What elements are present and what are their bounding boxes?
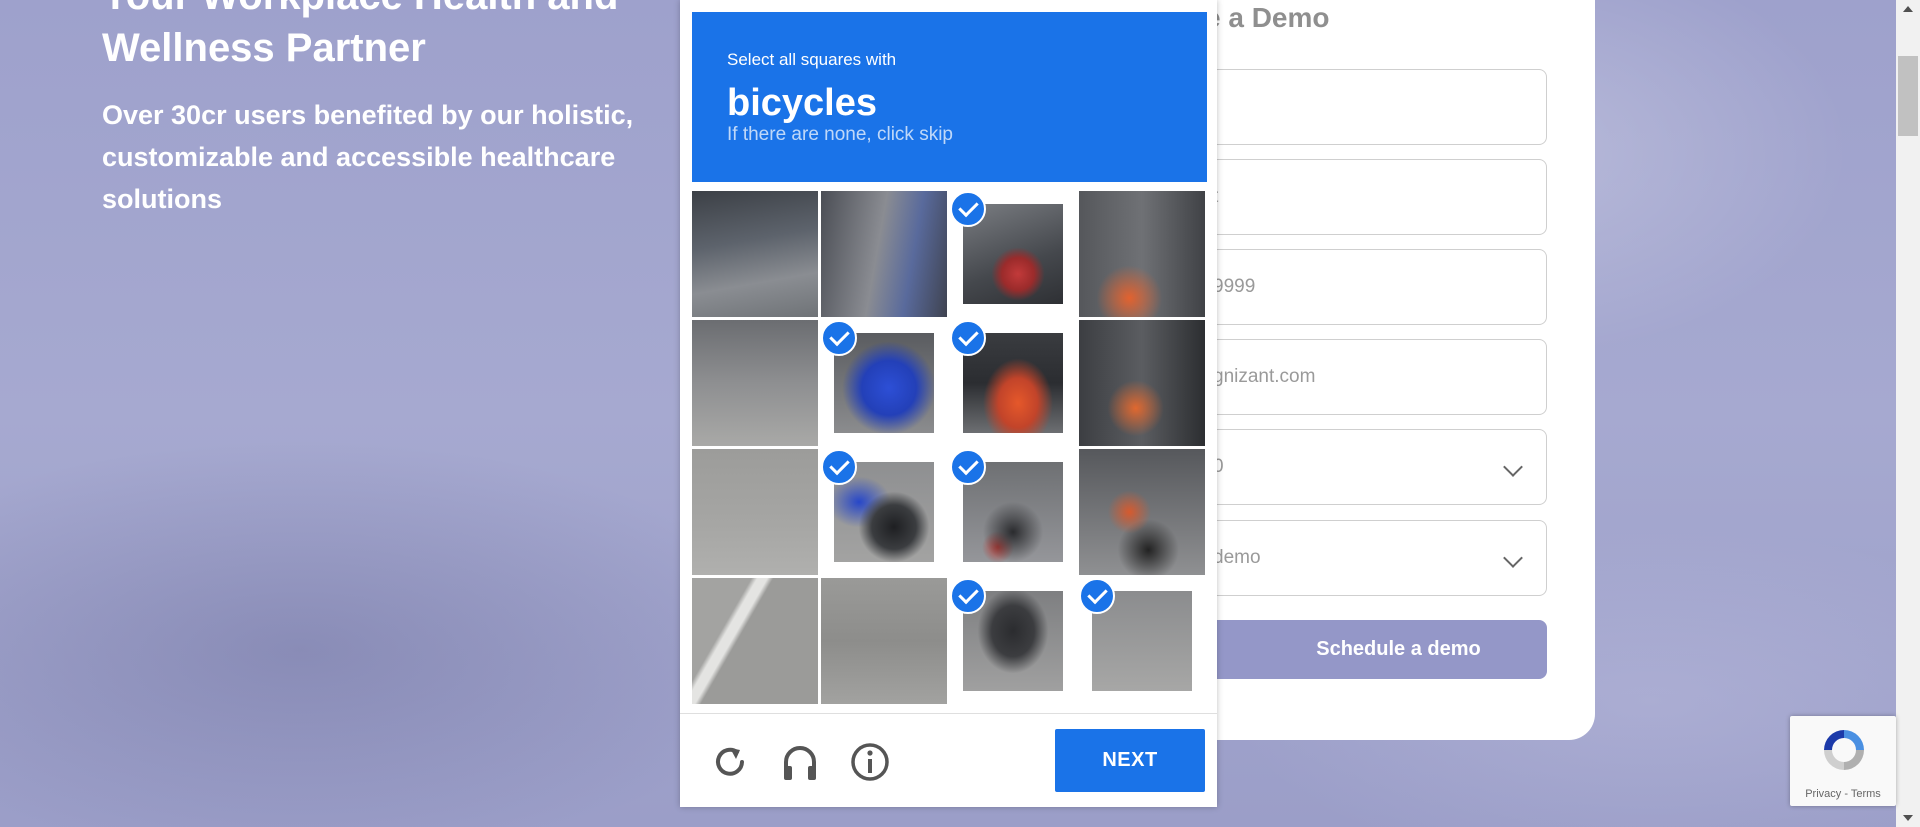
captcha-tile[interactable] bbox=[692, 578, 818, 704]
scroll-up-icon[interactable] bbox=[1903, 6, 1913, 12]
captcha-target: bicycles bbox=[727, 82, 877, 124]
captcha-grid bbox=[692, 191, 1207, 706]
recaptcha-logo-icon bbox=[1824, 730, 1864, 770]
hero-subtitle: Over 30cr users benefited by our holisti… bbox=[102, 100, 634, 214]
captcha-instruction: Select all squares with bbox=[727, 50, 897, 69]
check-icon bbox=[821, 449, 857, 485]
captcha-tile[interactable] bbox=[1079, 578, 1205, 704]
recaptcha-badge[interactable]: Privacy - Terms bbox=[1790, 716, 1896, 806]
scroll-thumb[interactable] bbox=[1898, 56, 1918, 136]
hero-title: Your Workplace Health and Wellness Partn… bbox=[102, 0, 618, 70]
next-button[interactable]: NEXT bbox=[1055, 729, 1205, 792]
captcha-tile[interactable] bbox=[1079, 191, 1205, 317]
demo-type-value: demo bbox=[1213, 547, 1261, 568]
captcha-tile[interactable] bbox=[692, 191, 818, 317]
captcha-tile[interactable] bbox=[692, 320, 818, 446]
reload-icon[interactable] bbox=[708, 740, 752, 784]
info-icon[interactable] bbox=[848, 740, 892, 784]
captcha-tile[interactable] bbox=[1079, 449, 1205, 575]
check-icon bbox=[950, 578, 986, 614]
email-field-value: gnizant.com bbox=[1213, 366, 1316, 387]
captcha-tile[interactable] bbox=[950, 578, 1076, 704]
captcha-tile[interactable] bbox=[950, 191, 1076, 317]
captcha-header: Select all squares with bicycles If ther… bbox=[692, 12, 1207, 182]
captcha-tile[interactable] bbox=[692, 449, 818, 575]
captcha-tile[interactable] bbox=[821, 578, 947, 704]
captcha-tile[interactable] bbox=[821, 320, 947, 446]
check-icon bbox=[950, 320, 986, 356]
captcha-challenge: Select all squares with bicycles If ther… bbox=[680, 0, 1217, 807]
check-icon bbox=[1079, 578, 1115, 614]
chevron-down-icon bbox=[1503, 548, 1523, 568]
form-heading: e a Demo bbox=[1205, 2, 1330, 33]
captcha-hint: If there are none, click skip bbox=[727, 124, 953, 145]
captcha-tile[interactable] bbox=[821, 449, 947, 575]
headphones-icon[interactable] bbox=[778, 740, 822, 784]
captcha-tile[interactable] bbox=[950, 320, 1076, 446]
page-scrollbar[interactable] bbox=[1896, 0, 1920, 827]
captcha-tile[interactable] bbox=[821, 191, 947, 317]
recaptcha-privacy-terms[interactable]: Privacy - Terms bbox=[1790, 788, 1896, 800]
captcha-tile[interactable] bbox=[1079, 320, 1205, 446]
chevron-down-icon bbox=[1503, 457, 1523, 477]
captcha-tile[interactable] bbox=[950, 449, 1076, 575]
check-icon bbox=[950, 449, 986, 485]
check-icon bbox=[821, 320, 857, 356]
check-icon bbox=[950, 191, 986, 227]
phone-field-value: 9999 bbox=[1213, 276, 1256, 297]
captcha-footer-divider bbox=[680, 713, 1217, 714]
scroll-down-icon[interactable] bbox=[1903, 815, 1913, 821]
